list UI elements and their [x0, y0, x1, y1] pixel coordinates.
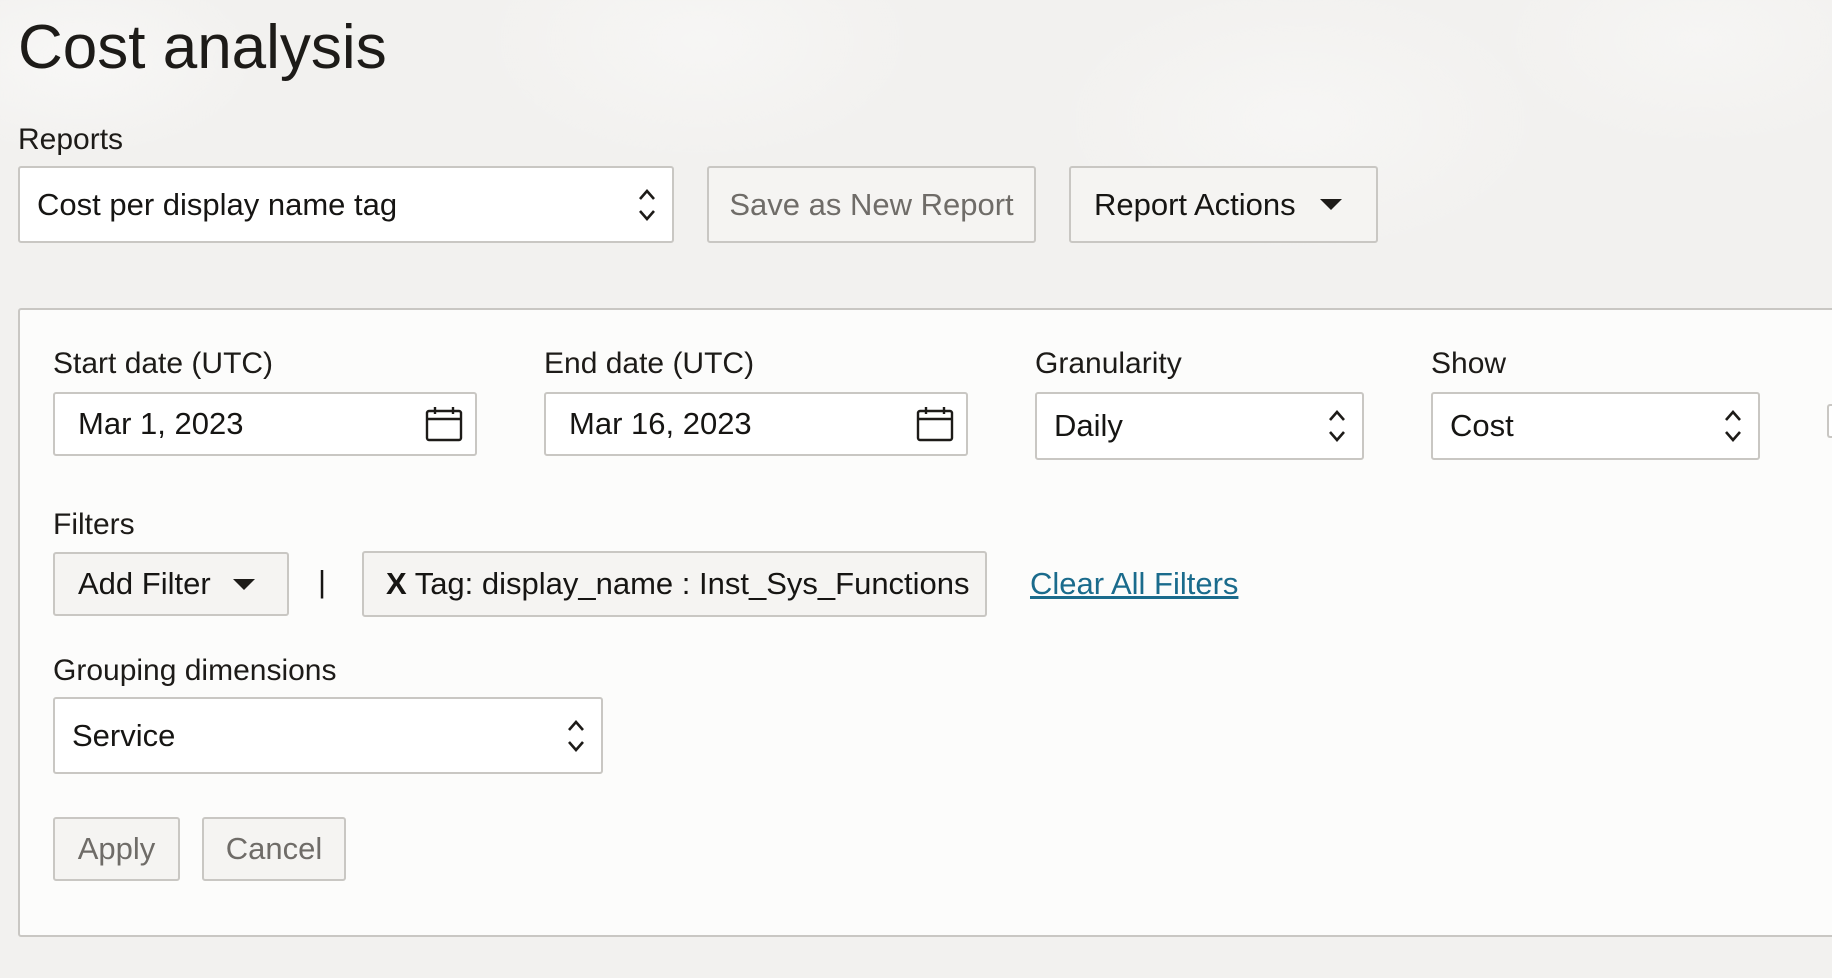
granularity-label: Granularity [1035, 347, 1182, 380]
grouping-dimensions-value: Service [72, 717, 176, 753]
chevron-up-down-icon [639, 188, 655, 221]
apply-label: Apply [77, 831, 156, 866]
filter-separator: | [318, 564, 327, 599]
end-date-label: End date (UTC) [544, 347, 755, 380]
calendar-icon[interactable] [425, 406, 463, 442]
cancel-label: Cancel [225, 831, 323, 866]
cancel-button[interactable]: Cancel [202, 817, 346, 881]
reports-label: Reports [18, 123, 124, 156]
calendar-icon[interactable] [916, 406, 954, 442]
start-date-label: Start date (UTC) [53, 347, 274, 380]
reports-select-value: Cost per display name tag [37, 186, 398, 222]
clear-all-filters-link[interactable]: Clear All Filters [1030, 564, 1238, 604]
filters-label: Filters [53, 508, 135, 541]
end-date-value: Mar 16, 2023 [569, 406, 752, 441]
next-control-partial[interactable] [1827, 404, 1832, 438]
granularity-value: Daily [1054, 408, 1123, 443]
chevron-up-down-icon [1725, 410, 1741, 442]
apply-button[interactable]: Apply [53, 817, 180, 881]
start-date-value: Mar 1, 2023 [78, 406, 244, 441]
save-as-new-report-label: Save as New Report [729, 186, 1014, 222]
add-filter-label: Add Filter [78, 566, 211, 601]
filter-chip-text: Tag: display_name : Inst_Sys_Functions [414, 566, 970, 601]
report-actions-button[interactable]: Report Actions [1069, 166, 1378, 243]
chevron-up-down-icon [1329, 410, 1345, 442]
page-title: Cost analysis [18, 13, 387, 82]
chevron-up-down-icon [568, 719, 584, 752]
grouping-dimensions-label: Grouping dimensions [53, 654, 337, 687]
reports-select[interactable]: Cost per display name tag [18, 166, 674, 243]
remove-filter-icon[interactable]: X [386, 566, 407, 602]
end-date-input[interactable]: Mar 16, 2023 [544, 392, 968, 456]
show-select[interactable]: Cost [1431, 392, 1760, 460]
grouping-dimensions-select[interactable]: Service [53, 697, 603, 774]
show-value: Cost [1450, 408, 1514, 443]
granularity-select[interactable]: Daily [1035, 392, 1364, 460]
start-date-input[interactable]: Mar 1, 2023 [53, 392, 477, 456]
report-actions-label: Report Actions [1094, 186, 1296, 222]
filter-chip[interactable]: X Tag: display_name : Inst_Sys_Functions [362, 551, 987, 617]
save-as-new-report-button[interactable]: Save as New Report [707, 166, 1036, 243]
caret-down-icon [1319, 199, 1342, 210]
add-filter-button[interactable]: Add Filter [53, 552, 289, 616]
show-label: Show [1431, 347, 1507, 380]
caret-down-icon [232, 578, 255, 590]
